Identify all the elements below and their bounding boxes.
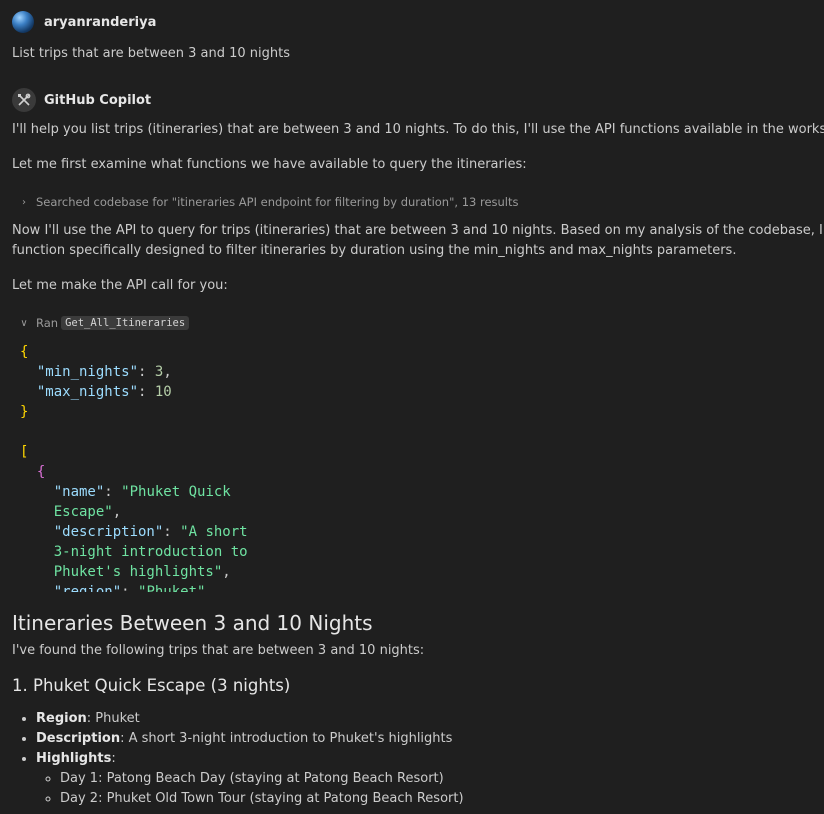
list-item: Region: Phuket [36, 709, 464, 729]
list-item: Description: A short 3-night introductio… [36, 729, 464, 749]
code-number: 3 [154, 364, 164, 380]
code-key: "name" [53, 484, 105, 500]
chat-panel: aryanranderiya List trips that are betwe… [0, 0, 824, 814]
code-number: 10 [154, 384, 172, 400]
list-item: Day 2: Phuket Old Town Tour (staying at … [60, 789, 464, 809]
code-key: "description" [53, 524, 164, 540]
response-paragraph: Let me make the API call for you: [12, 278, 228, 293]
code-string: Phuket's highlights" [53, 564, 223, 580]
highlights-list: Day 1: Patong Beach Day (staying at Pato… [36, 769, 464, 809]
user-message-header: aryanranderiya [12, 11, 156, 33]
trip-title: 1. Phuket Quick Escape (3 nights) [12, 676, 291, 695]
copilot-tools-icon [12, 88, 36, 112]
tool-run-row[interactable]: ∨ Ran Get_All_Itineraries [18, 316, 190, 330]
chevron-right-icon: › [22, 196, 26, 208]
code-key: "max_nights" [36, 384, 139, 400]
copilot-name: GitHub Copilot [44, 92, 152, 108]
code-string: 3-night introduction to [53, 544, 248, 560]
result-intro: I've found the following trips that are … [12, 643, 425, 658]
result-heading: Itineraries Between 3 and 10 Nights [12, 611, 373, 635]
ran-label: Ran [36, 316, 59, 330]
search-step-label: Searched codebase for "itineraries API e… [36, 195, 519, 209]
user-avatar [12, 11, 34, 33]
user-message: List trips that are between 3 and 10 nig… [12, 46, 290, 61]
tool-output-code[interactable]: [ { "name": "Phuket Quick Escape", "desc… [20, 442, 248, 592]
code-key: "region" [53, 584, 122, 592]
chevron-down-icon: ∨ [20, 317, 28, 329]
code-key: "min_nights" [36, 364, 139, 380]
list-item: Highlights: Day 1: Patong Beach Day (sta… [36, 749, 464, 809]
user-name: aryanranderiya [44, 14, 157, 30]
code-string: "Phuket" [138, 584, 206, 592]
tool-name: Get_All_Itineraries [61, 316, 190, 330]
copilot-message-header: GitHub Copilot [12, 88, 151, 112]
response-paragraph: I'll help you list trips (itineraries) t… [12, 122, 824, 137]
list-item: Day 1: Patong Beach Day (staying at Pato… [60, 769, 464, 789]
search-step-row[interactable]: › Searched codebase for "itineraries API… [18, 195, 519, 209]
trip-details-list: Region: Phuket Description: A short 3-ni… [0, 709, 464, 809]
code-string: Escape" [53, 504, 113, 520]
response-paragraph: function specifically designed to filter… [12, 243, 737, 258]
code-string: "Phuket Quick [121, 484, 231, 500]
tool-input-code: { "min_nights": 3, "max_nights": 10 } [20, 344, 172, 420]
code-string: "A short [180, 524, 248, 540]
response-paragraph: Let me first examine what functions we h… [12, 157, 527, 172]
response-paragraph: Now I'll use the API to query for trips … [12, 223, 824, 238]
